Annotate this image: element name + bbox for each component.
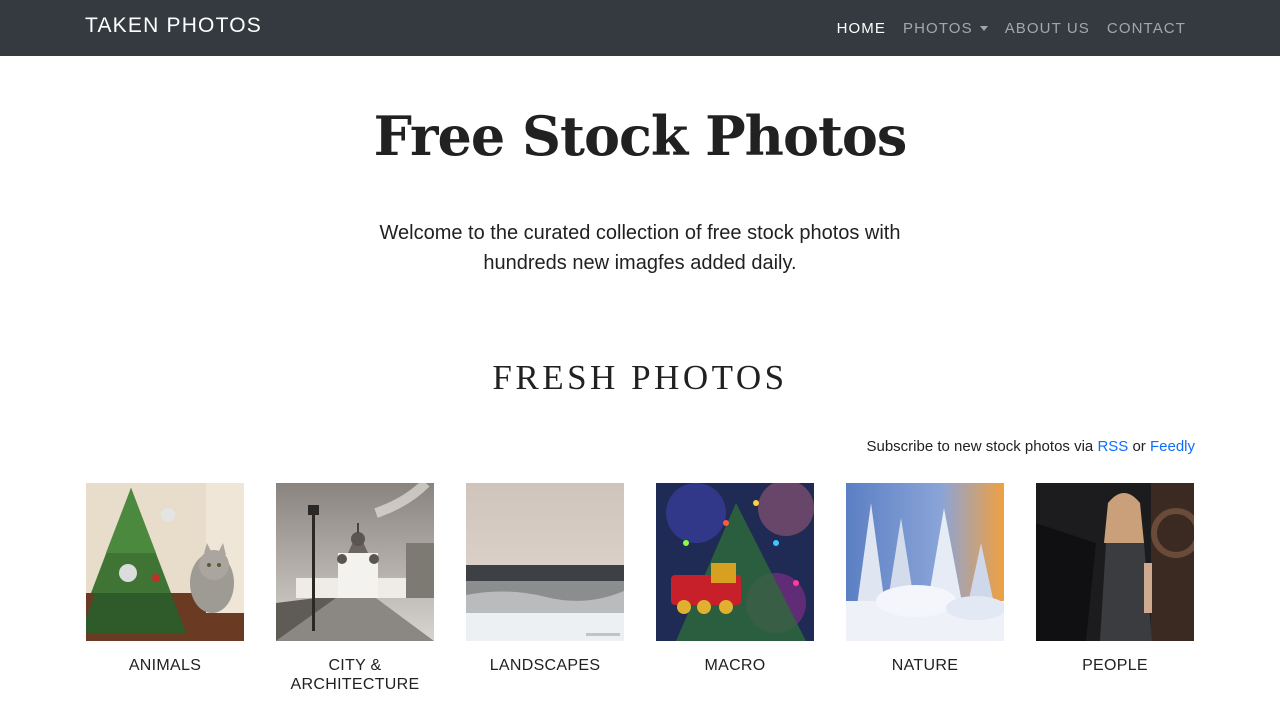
nav-contact-label: CONTACT (1106, 19, 1186, 37)
nav-about-link[interactable]: ABOUT US (1005, 20, 1090, 37)
category-card-macro[interactable]: MACRO (656, 483, 814, 694)
nav-contact-link[interactable]: CONTACT (1107, 20, 1186, 37)
hero-title: Free Stock Photos (373, 104, 908, 168)
category-label: MACRO (704, 657, 766, 674)
top-navbar: TAKEN PHOTOS HOME PHOTOS ABOUT US CONTAC… (0, 0, 1280, 56)
nav-home-label: HOME (836, 19, 887, 37)
category-label: CITY & ARCHITECTURE (290, 657, 420, 693)
or-text: or (1132, 438, 1146, 455)
hero-description: Welcome to the curated collection of fre… (379, 222, 901, 274)
subscribe-prefix: Subscribe to new stock photos via (866, 438, 1094, 455)
subscribe-line: Subscribe to new stock photos via RSS or… (866, 438, 1195, 455)
rss-link[interactable]: RSS (1097, 438, 1128, 455)
category-card-animals[interactable]: ANIMALS (86, 483, 244, 694)
section-title: FRESH PHOTOS (492, 358, 788, 397)
winter-field-photo[interactable] (466, 483, 624, 641)
category-label: ANIMALS (128, 657, 202, 674)
nav-home-link[interactable]: HOME (837, 20, 886, 37)
caret-down-icon (979, 25, 988, 31)
brand-logo-link[interactable]: TAKEN PHOTOS (85, 14, 262, 38)
category-card-nature[interactable]: NATURE (846, 483, 1004, 694)
christmas-toy-train-photo[interactable] (656, 483, 814, 641)
category-label: NATURE (891, 657, 959, 674)
nav-menu: HOME PHOTOS ABOUT US CONTACT (837, 0, 1186, 56)
category-card-landscapes[interactable]: LANDSCAPES (466, 483, 624, 694)
snowy-forest-sunset-photo[interactable] (846, 483, 1004, 641)
category-label: LANDSCAPES (489, 657, 601, 674)
nav-photos-dropdown[interactable]: PHOTOS (903, 20, 988, 37)
woman-portrait-photo[interactable] (1036, 483, 1194, 641)
category-label: PEOPLE (1082, 657, 1148, 674)
monastery-street-photo[interactable] (276, 483, 434, 641)
feedly-link[interactable]: Feedly (1150, 438, 1195, 455)
category-card-city-architecture[interactable]: CITY & ARCHITECTURE (276, 483, 434, 694)
cat-and-christmas-tree-photo[interactable] (86, 483, 244, 641)
nav-photos-label: PHOTOS (903, 19, 973, 37)
category-gallery: ANIMALS CITY & ARCHITECTURE LANDSCAPES M… (86, 483, 1194, 694)
nav-about-label: ABOUT US (1004, 19, 1090, 37)
category-card-people[interactable]: PEOPLE (1036, 483, 1194, 694)
